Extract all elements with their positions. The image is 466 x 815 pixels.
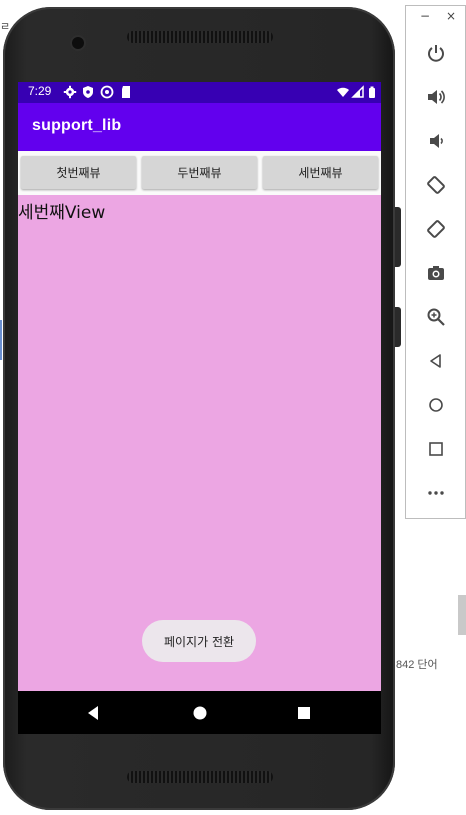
emulator-home-button[interactable] xyxy=(424,393,448,417)
rotate-left-button[interactable] xyxy=(424,173,448,197)
back-icon[interactable] xyxy=(84,703,104,723)
shield-icon xyxy=(83,86,93,98)
status-bar: 7:29 xyxy=(18,82,381,103)
signal-icon xyxy=(351,85,364,98)
power-button[interactable] xyxy=(424,41,448,65)
emulator-toolbar-header: − × xyxy=(406,6,465,30)
home-icon xyxy=(429,398,443,412)
zoom-icon xyxy=(427,308,445,326)
zoom-button[interactable] xyxy=(424,305,448,329)
minimize-button[interactable]: − xyxy=(420,9,430,23)
side-volume-button[interactable] xyxy=(395,207,401,267)
tab-button-row: 첫번째뷰 두번째뷰 세번째뷰 xyxy=(18,151,381,195)
emulator-overview-button[interactable] xyxy=(424,437,448,461)
word-count-status: 842 단어 xyxy=(396,659,438,671)
back-icon xyxy=(430,354,441,368)
close-button[interactable]: × xyxy=(446,9,456,23)
screenshot-button[interactable] xyxy=(424,261,448,285)
volume-down-icon xyxy=(430,134,443,148)
page-label: 세번째View xyxy=(18,203,106,223)
volume-up-button[interactable] xyxy=(424,85,448,109)
volume-down-button[interactable] xyxy=(424,129,448,153)
rotate-left-icon xyxy=(427,176,445,194)
home-icon[interactable] xyxy=(190,703,210,723)
battery-icon xyxy=(369,86,375,98)
toast-text: 페이지가 전환 xyxy=(163,634,235,649)
navigation-bar xyxy=(18,691,381,734)
phone-screen: 7:29 support_lib 첫번째뷰 두번째뷰 세번째뷰 세번째View … xyxy=(18,82,381,734)
first-view-button[interactable]: 첫번째뷰 xyxy=(21,156,136,189)
side-power-button[interactable] xyxy=(395,307,401,347)
power-icon xyxy=(428,45,444,62)
settings-icon xyxy=(63,85,77,99)
front-camera xyxy=(72,37,84,49)
phone-frame: 7:29 support_lib 첫번째뷰 두번째뷰 세번째뷰 세번째View … xyxy=(3,7,401,810)
vpn-icon xyxy=(100,85,114,99)
camera-icon xyxy=(428,266,444,280)
top-speaker-grille xyxy=(127,31,273,43)
volume-up-icon xyxy=(428,90,445,104)
status-time: 7:29 xyxy=(28,84,52,98)
wifi-icon xyxy=(337,87,349,97)
rotate-right-icon xyxy=(427,220,445,238)
emulator-back-button[interactable] xyxy=(424,349,448,373)
more-button[interactable] xyxy=(424,481,448,505)
third-view-button[interactable]: 세번째뷰 xyxy=(263,156,378,189)
recents-icon[interactable] xyxy=(294,703,314,723)
editor-scrollbar[interactable] xyxy=(458,595,466,635)
rotate-right-button[interactable] xyxy=(424,217,448,241)
app-bar: support_lib xyxy=(18,103,381,151)
editor-gutter-line xyxy=(0,320,2,360)
toast-message: 페이지가 전환 xyxy=(142,620,256,662)
sd-card-icon xyxy=(122,86,130,98)
second-view-button[interactable]: 두번째뷰 xyxy=(142,156,257,189)
more-icon xyxy=(428,491,444,495)
app-title: support_lib xyxy=(32,117,122,134)
emulator-toolbar: − × xyxy=(405,5,466,519)
bottom-speaker-grille xyxy=(127,771,273,783)
overview-icon xyxy=(429,442,443,456)
view-pager-content[interactable]: 세번째View 페이지가 전환 xyxy=(18,195,381,691)
